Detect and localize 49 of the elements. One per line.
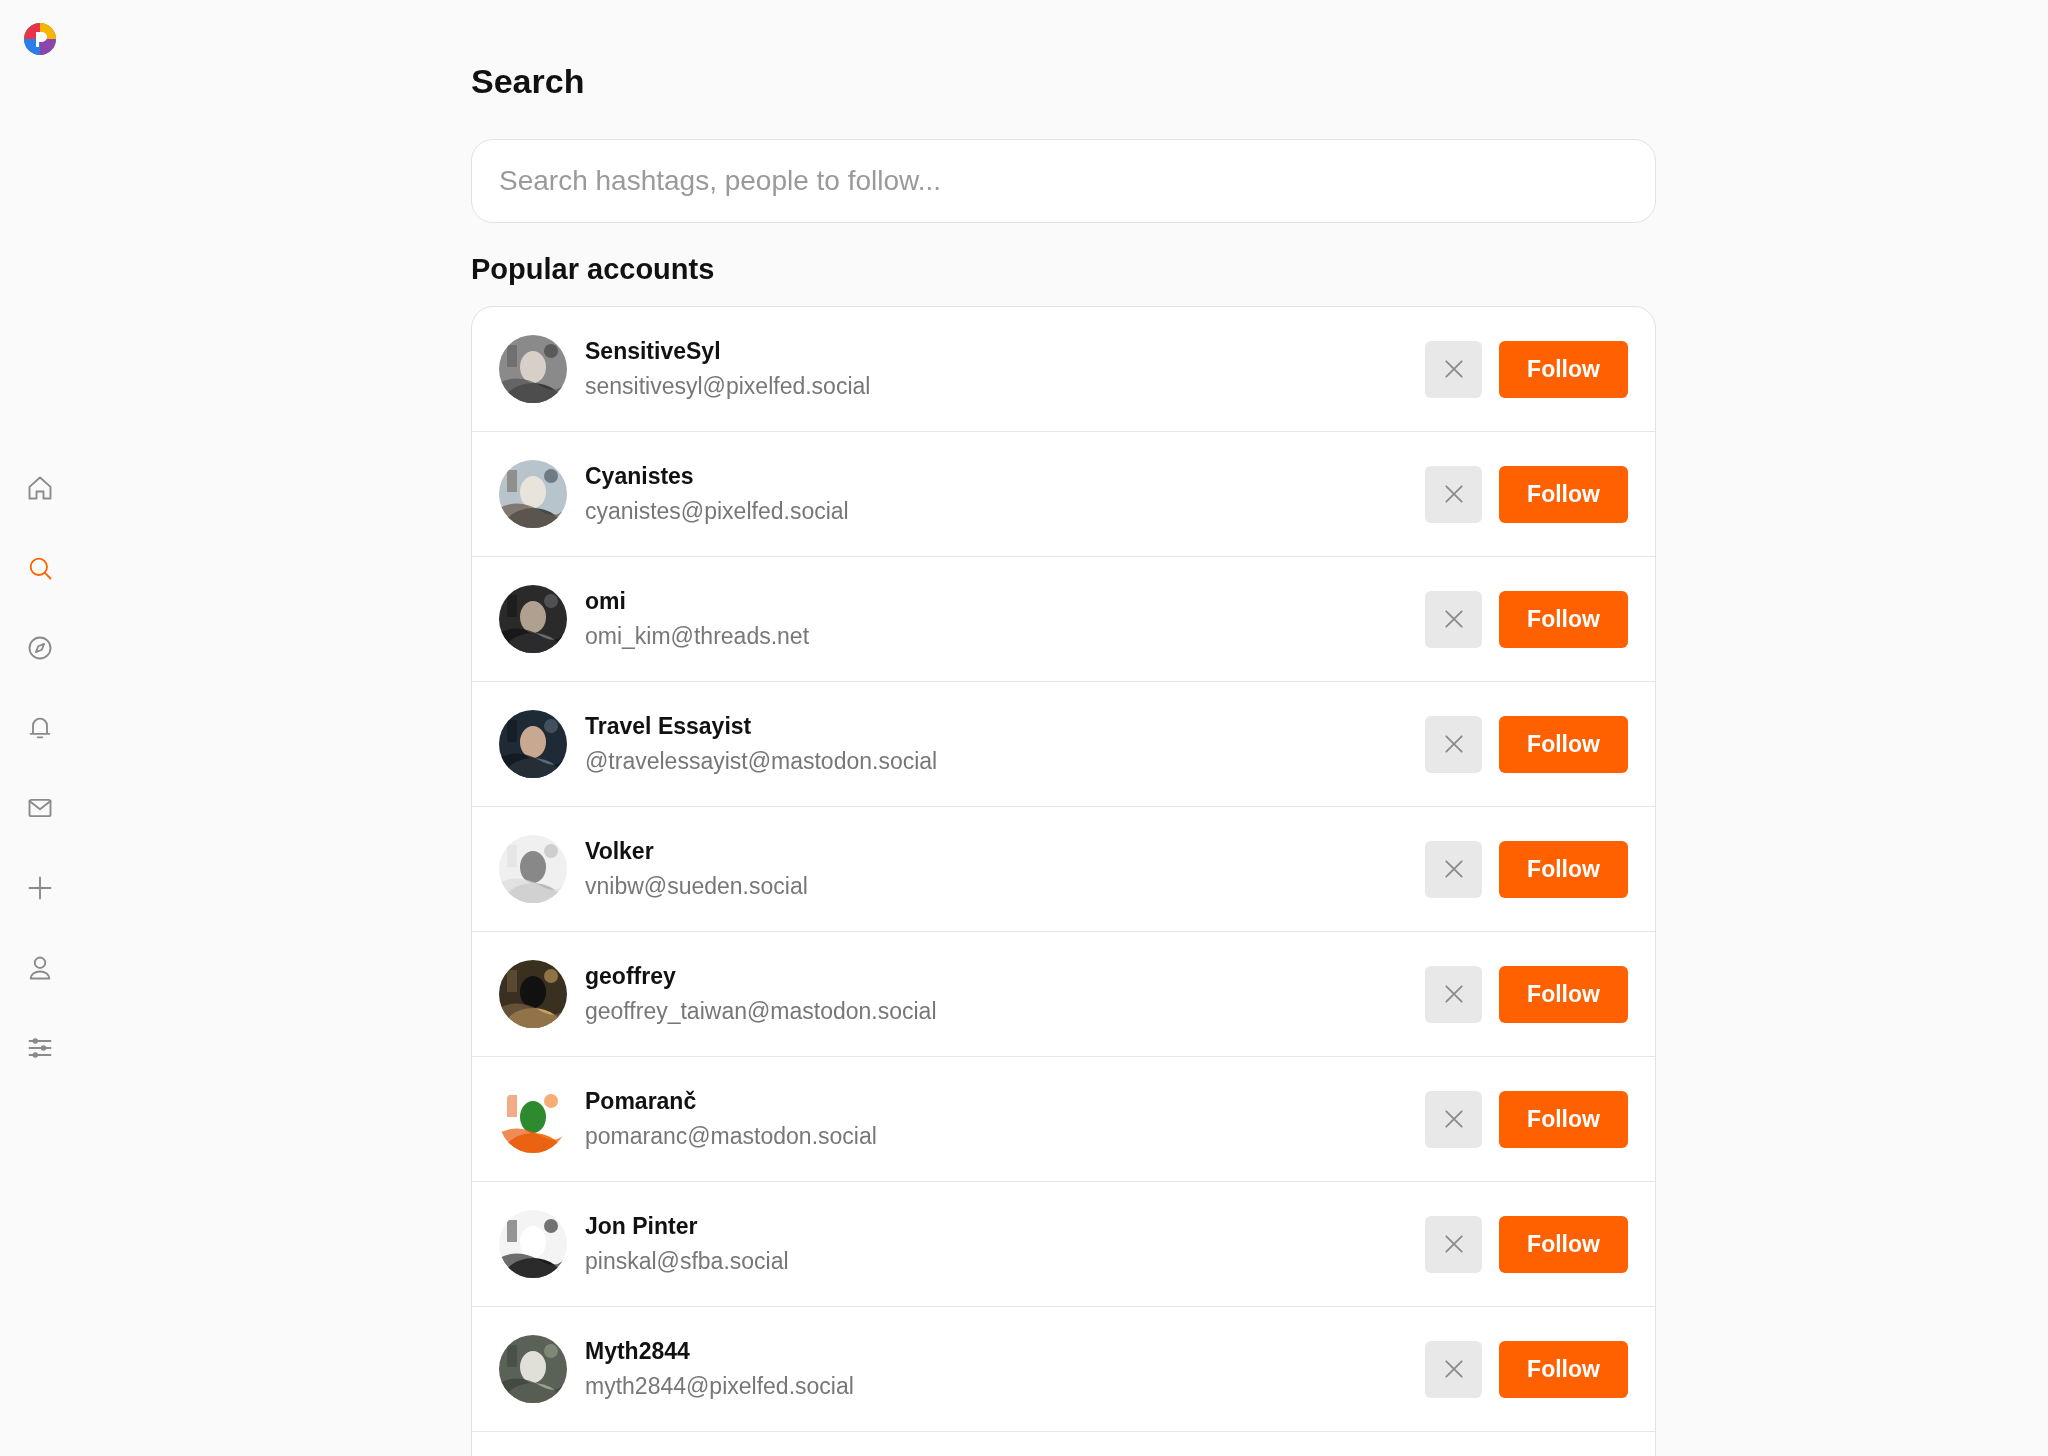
account-handle: vnibw@sueden.social — [585, 873, 809, 900]
section-title: Popular accounts — [471, 253, 716, 286]
account-name: Jon Pinter — [585, 1213, 699, 1240]
follow-button[interactable]: Follow — [1499, 965, 1628, 1023]
account-name: Volker — [585, 838, 655, 865]
account-name: geoffrey — [585, 963, 677, 990]
account-handle: pomaranc@mastodon.social — [585, 1123, 878, 1150]
close-icon — [1442, 608, 1465, 630]
follow-button[interactable]: Follow — [1499, 1090, 1628, 1148]
close-button[interactable] — [1425, 1215, 1482, 1273]
close-icon — [1442, 858, 1465, 880]
account-handle: pinskal@sfba.social — [585, 1248, 790, 1275]
search-field[interactable]: Search hashtags, people to follow... — [471, 139, 1656, 223]
close-icon — [1442, 1358, 1465, 1380]
close-button[interactable] — [1425, 715, 1482, 773]
close-icon — [1442, 358, 1465, 380]
account-handle: omi_kim@threads.net — [585, 623, 811, 650]
account-name: SensitiveSyl — [585, 338, 722, 365]
account-name: Travel Essayist — [585, 713, 753, 740]
account-name: Myth2844 — [585, 1338, 691, 1365]
account-name: Cyanistes — [585, 463, 695, 490]
close-icon — [1442, 1108, 1465, 1130]
account-handle: sensitivesyl@pixelfed.social — [585, 373, 872, 400]
close-icon — [1442, 483, 1465, 505]
close-button[interactable] — [1425, 340, 1482, 398]
close-button[interactable] — [1425, 965, 1482, 1023]
account-handle: myth2844@pixelfed.social — [585, 1373, 855, 1400]
close-button[interactable] — [1425, 840, 1482, 898]
follow-button[interactable]: Follow — [1499, 715, 1628, 773]
account-name: Pomaranč — [585, 1088, 698, 1115]
follow-button[interactable]: Follow — [1499, 465, 1628, 523]
follow-button[interactable]: Follow — [1499, 1340, 1628, 1398]
close-button[interactable] — [1425, 1090, 1482, 1148]
close-button[interactable] — [1425, 1340, 1482, 1398]
page-title: Search — [471, 62, 586, 101]
account-handle: geoffrey_taiwan@mastodon.social — [585, 998, 938, 1025]
follow-button[interactable]: Follow — [1499, 840, 1628, 898]
account-handle: cyanistes@pixelfed.social — [585, 498, 850, 525]
close-button[interactable] — [1425, 465, 1482, 523]
close-button[interactable] — [1425, 590, 1482, 648]
logo-icon[interactable] — [23, 22, 57, 56]
close-icon — [1442, 1233, 1465, 1255]
follow-button[interactable]: Follow — [1499, 1215, 1628, 1273]
account-handle: @travelessayist@mastodon.social — [585, 748, 939, 775]
follow-button[interactable]: Follow — [1499, 590, 1628, 648]
follow-button[interactable]: Follow — [1499, 340, 1628, 398]
account-name: omi — [585, 588, 627, 615]
close-icon — [1442, 733, 1465, 755]
close-icon — [1442, 983, 1465, 1005]
